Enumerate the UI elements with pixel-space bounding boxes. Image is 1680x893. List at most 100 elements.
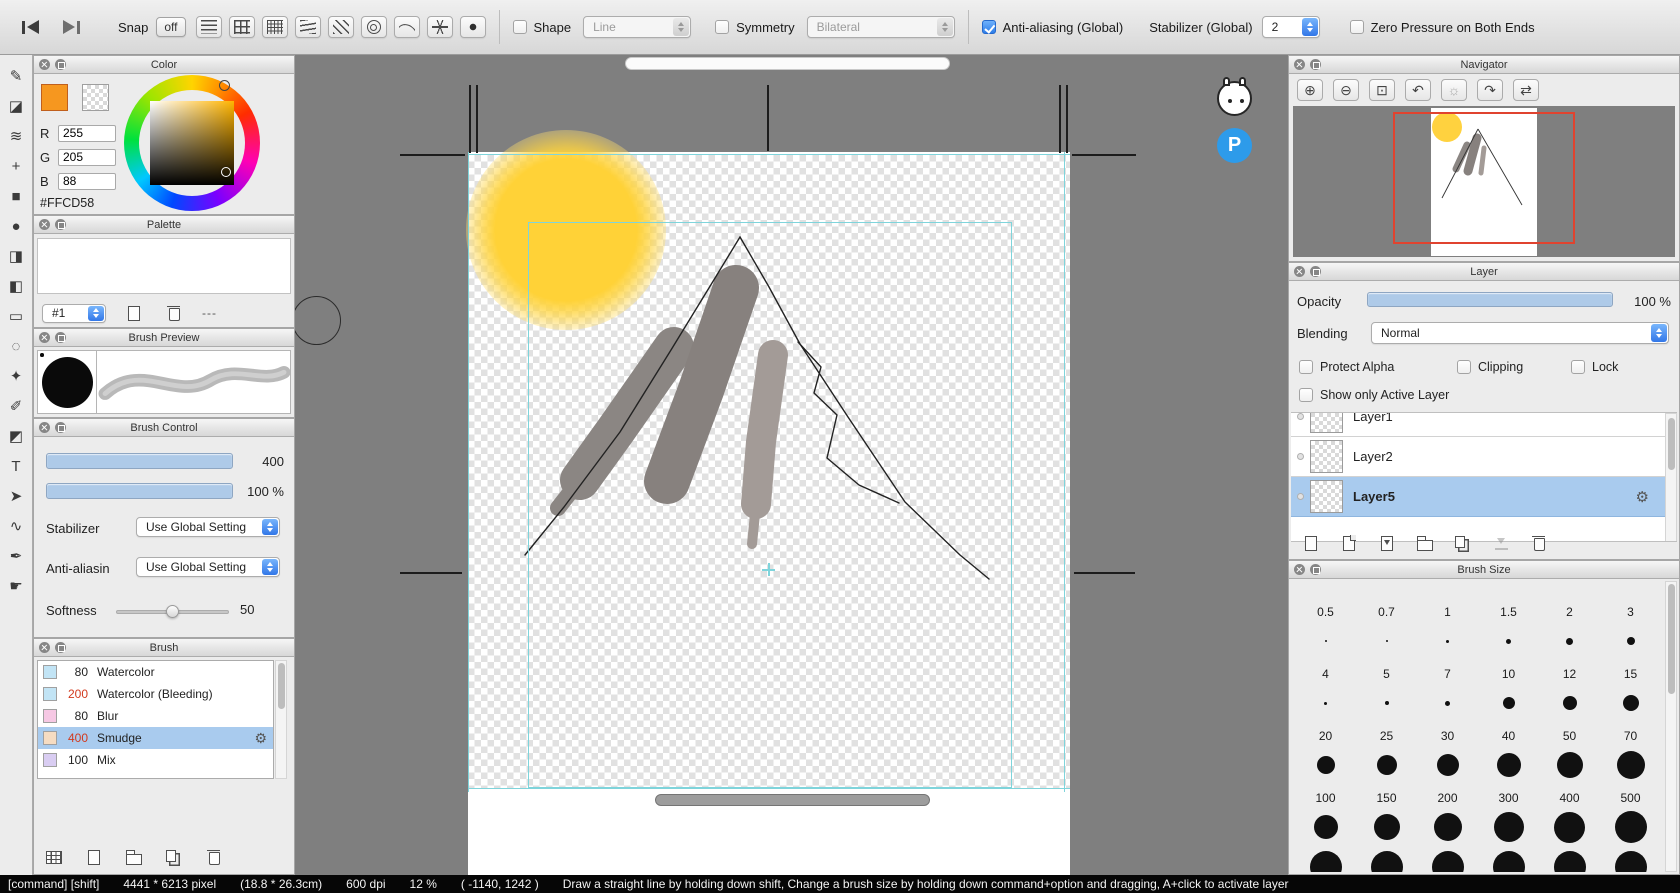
- lock-checkbox[interactable]: [1571, 360, 1585, 374]
- brush-folder-button[interactable]: [122, 846, 146, 868]
- move-tool[interactable]: +: [0, 151, 32, 181]
- stabilizer-global-select[interactable]: 2: [1262, 16, 1320, 38]
- brush-size-option[interactable]: [1600, 847, 1661, 872]
- brush-list-item[interactable]: 80Watercolor: [38, 661, 273, 683]
- select-rect-tool[interactable]: ▭: [0, 301, 32, 331]
- brush-size-option[interactable]: [1417, 745, 1478, 785]
- brush-size-option[interactable]: [1356, 807, 1417, 847]
- copy-layer-button[interactable]: [1337, 532, 1361, 554]
- brush-list-scrollbar[interactable]: [275, 660, 287, 779]
- palette-slot-select[interactable]: #1: [42, 304, 106, 323]
- brush-list-item[interactable]: 100Mix: [38, 749, 273, 771]
- rotate-reset-icon[interactable]: ☼: [1441, 79, 1467, 101]
- brush-size-option[interactable]: [1356, 745, 1417, 785]
- symmetry-type-select[interactable]: Bilateral: [807, 16, 955, 38]
- close-panel-icon[interactable]: [39, 642, 50, 653]
- grid-snap-button[interactable]: [229, 16, 255, 38]
- background-color-swatch[interactable]: [82, 84, 109, 111]
- delete-layer-button[interactable]: [1527, 532, 1551, 554]
- add-layer-button[interactable]: [1299, 532, 1323, 554]
- add-palette-color-button[interactable]: [122, 302, 146, 324]
- brush-size-option[interactable]: [1478, 847, 1539, 872]
- parallel-snap-button[interactable]: [196, 16, 222, 38]
- close-panel-icon[interactable]: [39, 219, 50, 230]
- firealpaca-mascot-icon[interactable]: [1217, 81, 1252, 116]
- bucket-tool[interactable]: ◨: [0, 241, 32, 271]
- brush-size-slider[interactable]: [46, 453, 233, 469]
- brush-size-option[interactable]: [1295, 847, 1356, 872]
- canvas-bottom-scrollbar[interactable]: [655, 794, 930, 806]
- zoom-in-icon[interactable]: ⊕: [1297, 79, 1323, 101]
- red-value-input[interactable]: [58, 125, 116, 142]
- brush-size-option[interactable]: [1295, 683, 1356, 723]
- brush-size-option[interactable]: [1295, 807, 1356, 847]
- green-value-input[interactable]: [58, 149, 116, 166]
- close-panel-icon[interactable]: [1294, 564, 1305, 575]
- antialias-select[interactable]: Use Global Setting: [136, 557, 280, 577]
- brush-size-option[interactable]: [1478, 621, 1539, 661]
- paste-layer-button[interactable]: [1375, 532, 1399, 554]
- magic-wand-tool[interactable]: ✦: [0, 361, 32, 391]
- hue-selector-dot[interactable]: [219, 80, 230, 91]
- operation-tool[interactable]: ➤: [0, 481, 32, 511]
- collapse-panel-icon[interactable]: [55, 59, 66, 70]
- zero-pressure-checkbox[interactable]: [1350, 20, 1364, 34]
- eraser-tool[interactable]: ◪: [0, 91, 32, 121]
- collapse-panel-icon[interactable]: [1310, 266, 1321, 277]
- brush-size-scrollbar[interactable]: [1665, 581, 1677, 872]
- p-badge-icon[interactable]: P: [1217, 128, 1252, 163]
- undo-button[interactable]: [22, 20, 39, 34]
- brush-size-option[interactable]: [1600, 807, 1661, 847]
- concentric-circle-snap-button[interactable]: [361, 16, 387, 38]
- navigator-viewport-rect[interactable]: [1393, 112, 1575, 244]
- brush-size-option[interactable]: [1539, 683, 1600, 723]
- rotate-cw-icon[interactable]: ↷: [1477, 79, 1503, 101]
- layer-settings-gear-icon[interactable]: ⚙: [1636, 488, 1649, 506]
- layer-row[interactable]: Layer5⚙: [1291, 477, 1665, 517]
- close-panel-icon[interactable]: [1294, 266, 1305, 277]
- brush-size-option[interactable]: [1539, 621, 1600, 661]
- layer-list-scrollbar[interactable]: [1665, 413, 1677, 542]
- stabilizer-select[interactable]: Use Global Setting: [136, 517, 280, 537]
- scrollbar-thumb[interactable]: [1668, 584, 1675, 694]
- select-eraser-tool[interactable]: ◩: [0, 421, 32, 451]
- delete-palette-color-button[interactable]: [162, 302, 186, 324]
- softness-slider-knob[interactable]: [166, 605, 179, 618]
- brush-size-option[interactable]: [1356, 847, 1417, 872]
- lasso-tool[interactable]: ◌: [0, 331, 32, 361]
- fine-grid-snap-button[interactable]: [262, 16, 288, 38]
- zoom-out-icon[interactable]: ⊖: [1333, 79, 1359, 101]
- brush-size-option[interactable]: [1356, 683, 1417, 723]
- brush-size-option[interactable]: [1356, 621, 1417, 661]
- layer-opacity-slider[interactable]: [1367, 292, 1613, 307]
- brush-size-option[interactable]: [1539, 807, 1600, 847]
- eyedropper-tool[interactable]: ✒: [0, 541, 32, 571]
- brush-list-item[interactable]: 200Watercolor (Bleeding): [38, 683, 273, 705]
- brush-size-option[interactable]: [1478, 745, 1539, 785]
- brush-opacity-slider[interactable]: [46, 483, 233, 499]
- brush-size-option[interactable]: [1295, 745, 1356, 785]
- shape-checkbox[interactable]: [513, 20, 527, 34]
- brush-size-option[interactable]: [1417, 847, 1478, 872]
- curve-snap-button[interactable]: [394, 16, 420, 38]
- brush-size-option[interactable]: [1417, 621, 1478, 661]
- diagonal-snap-button[interactable]: [328, 16, 354, 38]
- flip-horizontal-icon[interactable]: ⇄: [1513, 79, 1539, 101]
- clipping-checkbox[interactable]: [1457, 360, 1471, 374]
- scrollbar-thumb[interactable]: [1668, 418, 1675, 470]
- canvas-area[interactable]: P: [295, 55, 1288, 875]
- brush-size-option[interactable]: [1539, 745, 1600, 785]
- brush-tool[interactable]: ✎: [0, 61, 32, 91]
- duplicate-layer-button[interactable]: [1451, 532, 1475, 554]
- rotate-ccw-icon[interactable]: ↶: [1405, 79, 1431, 101]
- fill-rect-tool[interactable]: ■: [0, 181, 32, 211]
- hand-tool[interactable]: ☛: [0, 571, 32, 601]
- brush-size-option[interactable]: [1600, 621, 1661, 661]
- close-panel-icon[interactable]: [39, 59, 50, 70]
- merge-down-button[interactable]: [1489, 532, 1513, 554]
- gradient-tool[interactable]: ◧: [0, 271, 32, 301]
- collapse-panel-icon[interactable]: [1310, 564, 1321, 575]
- collapse-panel-icon[interactable]: [1310, 59, 1321, 70]
- layer-visibility-dot[interactable]: [1297, 453, 1304, 460]
- canvas-document[interactable]: [468, 152, 1070, 875]
